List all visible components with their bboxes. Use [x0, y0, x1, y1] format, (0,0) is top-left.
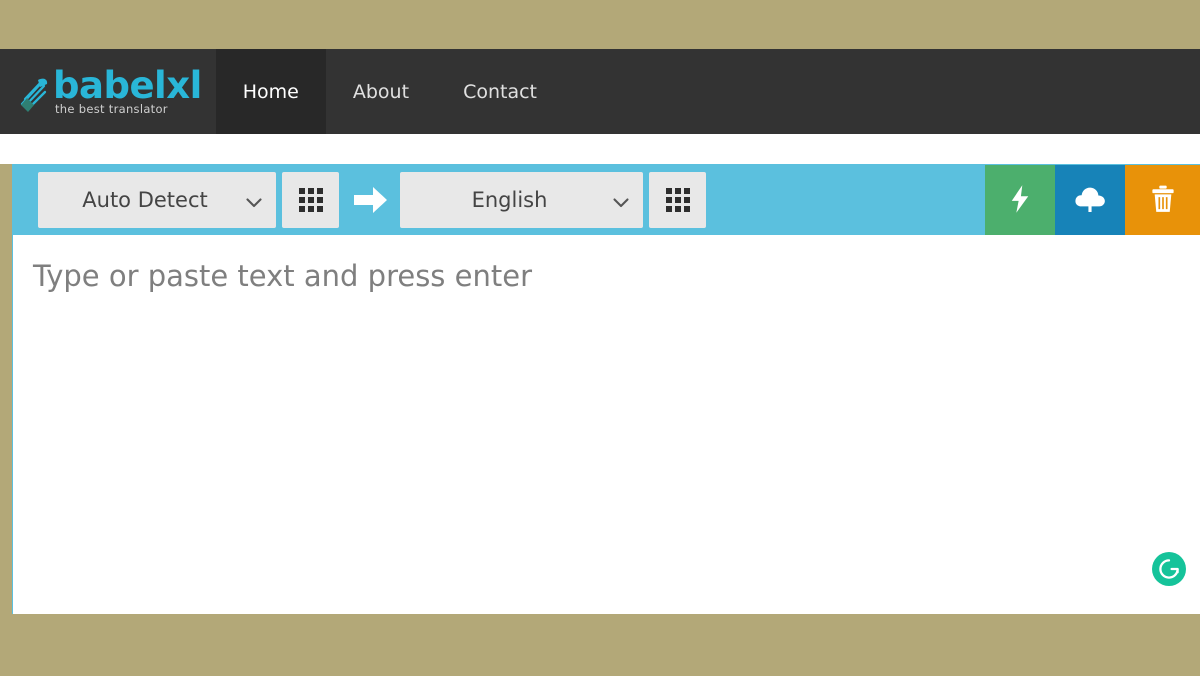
nav-item-contact: Contact	[436, 49, 564, 134]
translator-toolbar: Auto Detect English	[13, 165, 1200, 235]
source-text-placeholder: Type or paste text and press enter	[33, 259, 532, 293]
source-language-select[interactable]: Auto Detect	[38, 172, 276, 228]
content-gap	[0, 134, 1200, 164]
translate-button[interactable]	[985, 165, 1055, 235]
toolbar-actions	[985, 165, 1200, 235]
arrow-right-icon	[354, 185, 388, 215]
nav-item-about: About	[326, 49, 436, 134]
brand-tagline: the best translator	[55, 101, 168, 116]
page-top-background	[0, 0, 1200, 49]
source-keyboard-button[interactable]	[282, 172, 339, 228]
nav-item-home: Home	[215, 49, 326, 134]
brand-text: babelxl the best translator	[53, 63, 202, 116]
cloud-upload-icon	[1074, 186, 1106, 215]
nav-link-about[interactable]: About	[326, 49, 436, 134]
target-language-select[interactable]: English	[400, 172, 643, 228]
grid-icon	[665, 188, 690, 212]
lightning-bolt-icon	[1009, 184, 1031, 216]
target-keyboard-button[interactable]	[649, 172, 706, 228]
brand-name: babelxl	[53, 63, 202, 107]
trash-icon	[1151, 185, 1175, 216]
translator-card: Auto Detect English Type or paste text a…	[12, 164, 1200, 614]
nav-links: Home About Contact	[215, 49, 564, 134]
grid-icon	[298, 188, 323, 212]
page-bottom-background	[0, 614, 1200, 676]
target-language-select-wrap: English	[400, 172, 643, 228]
nav-link-contact[interactable]: Contact	[436, 49, 564, 134]
grammarly-g-icon[interactable]	[1152, 552, 1186, 586]
upload-button[interactable]	[1055, 165, 1125, 235]
brand-logo[interactable]: babelxl the best translator	[0, 49, 216, 134]
main-navbar: babelxl the best translator Home About C…	[0, 49, 1200, 134]
feather-icon	[18, 74, 52, 114]
source-text-editor[interactable]: Type or paste text and press enter	[13, 235, 1200, 614]
clear-button[interactable]	[1125, 165, 1200, 235]
source-language-select-wrap: Auto Detect	[38, 172, 276, 228]
nav-link-home[interactable]: Home	[215, 49, 326, 134]
